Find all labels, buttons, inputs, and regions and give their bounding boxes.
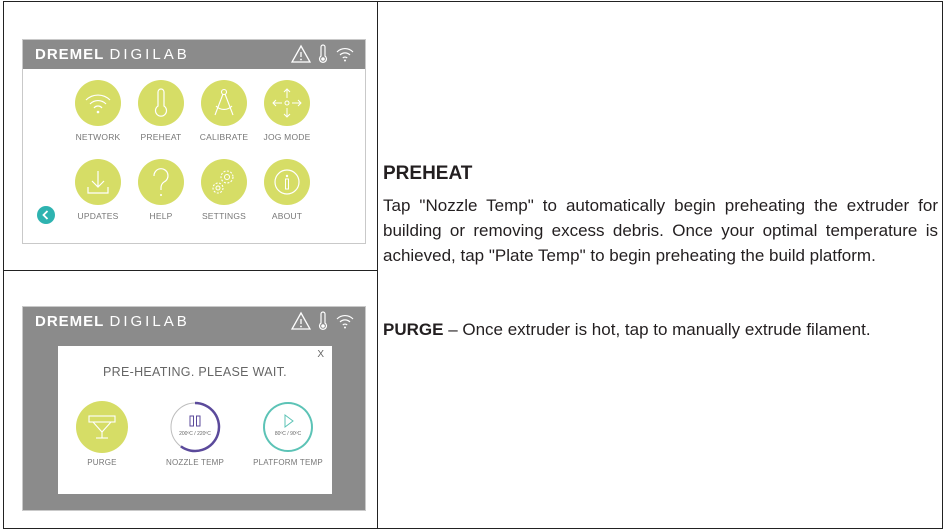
nozzle-temp-button[interactable]: 200ºC / 220ºC NOZZLE TEMP <box>153 401 237 467</box>
platform-progress-ring <box>263 402 313 452</box>
status-icons <box>291 311 355 331</box>
thermometer-icon <box>138 80 184 126</box>
logo-thin: DIGILAB <box>109 46 190 63</box>
logo-bold: DREMEL <box>35 313 105 330</box>
logo-bold: DREMEL <box>35 46 105 63</box>
purge-button[interactable]: PURGE <box>60 401 144 467</box>
chevron-left-icon <box>42 210 49 220</box>
purge-description: – Once extruder is hot, tap to manually … <box>443 320 871 339</box>
gears-icon <box>201 159 247 205</box>
move-arrows-icon <box>264 80 310 126</box>
tile-label: JOG MODE <box>263 132 311 142</box>
about-tile[interactable]: ABOUT <box>247 159 327 221</box>
purge-label: PURGE <box>87 458 117 467</box>
logo-thin: DIGILAB <box>109 313 190 330</box>
thermometer-icon[interactable] <box>317 311 329 331</box>
platform-reading: 80ºC / 90ºC <box>274 431 302 437</box>
info-icon <box>264 159 310 205</box>
download-icon <box>75 159 121 205</box>
warning-icon[interactable] <box>291 311 311 331</box>
purge-term: PURGE <box>383 320 444 339</box>
wifi-icon[interactable] <box>335 44 355 64</box>
purge-paragraph: PURGE – Once extruder is hot, tap to man… <box>383 317 938 342</box>
row-divider <box>4 270 377 271</box>
preheat-screen: DREMEL DIGILAB X PRE-HEATING. PLEASE WAI… <box>22 306 366 511</box>
dremel-logo: DREMEL DIGILAB <box>35 313 190 330</box>
question-icon <box>138 159 184 205</box>
preheat-paragraph: Tap "Nozzle Temp" to automatically begin… <box>383 196 938 265</box>
nozzle-progress-ring <box>170 401 221 453</box>
wifi-icon[interactable] <box>335 311 355 331</box>
nozzle-temp-label: NOZZLE TEMP <box>165 458 225 467</box>
jog-mode-tile[interactable]: JOG MODE <box>247 80 327 142</box>
wifi-icon <box>75 80 121 126</box>
thermometer-icon[interactable] <box>317 44 329 64</box>
nozzle-reading: 200ºC / 220ºC <box>179 431 211 437</box>
column-divider <box>377 2 378 528</box>
platform-temp-button[interactable]: 80ºC / 90ºC PLATFORM TEMP <box>246 401 330 467</box>
back-button[interactable] <box>37 206 55 224</box>
nozzle-icon <box>76 401 128 453</box>
dremel-logo: DREMEL DIGILAB <box>35 46 190 63</box>
warning-icon[interactable] <box>291 44 311 64</box>
main-menu-screen: DREMEL DIGILAB NETWORK PREHEAT CALIBRATE… <box>22 39 366 244</box>
status-icons <box>291 44 355 64</box>
close-button[interactable]: X <box>317 349 324 360</box>
dialog-title: PRE-HEATING. PLEASE WAIT. <box>103 365 287 379</box>
platform-temp-label: PLATFORM TEMP <box>253 458 323 467</box>
top-bar: DREMEL DIGILAB <box>23 40 365 69</box>
section-heading: PREHEAT <box>383 163 473 184</box>
preheat-dialog: X PRE-HEATING. PLEASE WAIT. PURGE 200ºC … <box>58 346 332 494</box>
compass-icon <box>201 80 247 126</box>
top-bar: DREMEL DIGILAB <box>23 307 365 336</box>
tile-label: ABOUT <box>271 211 303 221</box>
